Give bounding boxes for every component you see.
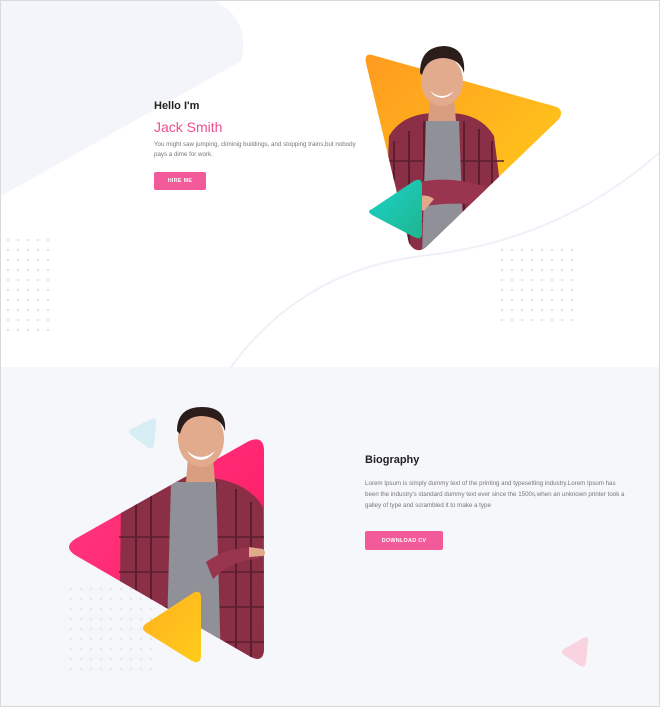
hire-me-button[interactable]: HIRE ME: [154, 172, 206, 190]
hero-section: Hello I'm Jack Smith You might saw jumpi…: [1, 1, 659, 367]
hero-portrait: [365, 46, 562, 251]
biography-section: Biography Lorem Ipsum is simply dummy te…: [1, 367, 659, 706]
hero-dot-grid-right: [500, 248, 574, 322]
biography-description: Lorem Ipsum is simply dummy text of the …: [365, 480, 625, 509]
bio-dot-grid: [69, 587, 153, 671]
page-frame: Hello I'm Jack Smith You might saw jumpi…: [0, 0, 660, 707]
faded-teal-triangle-icon: [129, 418, 157, 449]
faded-pink-triangle-icon: [562, 637, 589, 667]
biography-title: Biography: [365, 454, 420, 466]
download-cv-button[interactable]: DOWNLOAD CV: [365, 531, 443, 550]
hero-description: You might saw jumping, climinig building…: [154, 141, 356, 158]
hero-greeting: Hello I'm: [154, 100, 200, 112]
hero-teal-triangle-icon: [369, 179, 422, 239]
biography-portrait: [69, 407, 589, 671]
hero-dot-grid-left: [6, 238, 50, 332]
hero-name: Jack Smith: [154, 119, 223, 135]
